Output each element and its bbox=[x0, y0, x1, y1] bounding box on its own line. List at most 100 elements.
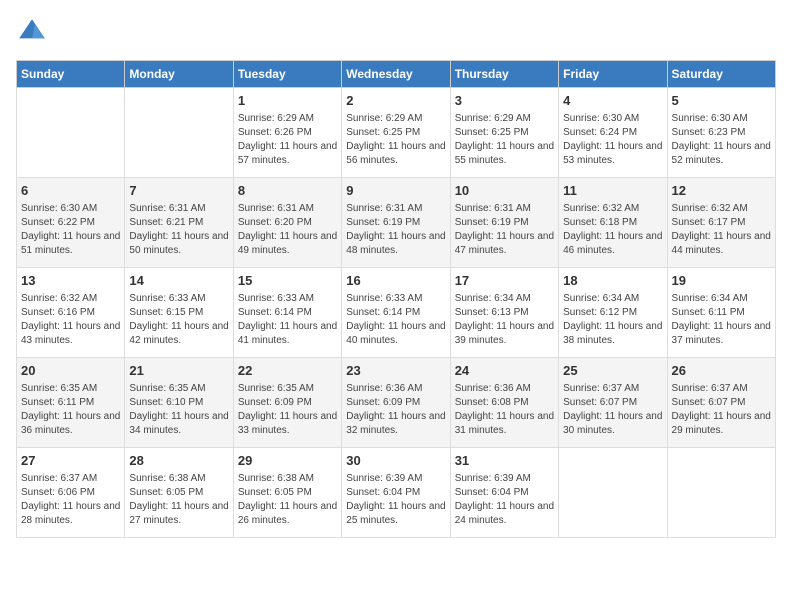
day-cell: 8 Sunrise: 6:31 AMSunset: 6:20 PMDaylight… bbox=[233, 178, 341, 268]
day-cell: 6Sunrise: 6:30 AMSunset: 6:22 PMDaylight… bbox=[17, 178, 125, 268]
day-info: Sunrise: 6:39 AMSunset: 6:04 PMDaylight:… bbox=[346, 472, 445, 528]
day-number: 9 bbox=[346, 182, 445, 200]
day-info: Sunrise: 6:33 AMSunset: 6:14 PMDaylight:… bbox=[346, 292, 445, 348]
day-cell: 24 Sunrise: 6:36 AMSunset: 6:08 PMDayligh… bbox=[450, 358, 558, 448]
logo bbox=[16, 16, 52, 48]
day-number: 6 bbox=[21, 182, 120, 200]
day-cell: 30 Sunrise: 6:39 AMSunset: 6:04 PMDayligh… bbox=[342, 448, 450, 538]
day-info: Sunrise: 6:33 AMSunset: 6:14 PMDaylight:… bbox=[238, 292, 337, 348]
week-row-5: 27 Sunrise: 6:37 AMSunset: 6:06 PMDayligh… bbox=[17, 448, 776, 538]
day-number: 7 bbox=[129, 182, 228, 200]
day-number: 1 bbox=[238, 92, 337, 110]
day-cell: 12 Sunrise: 6:32 AMSunset: 6:17 PMDayligh… bbox=[667, 178, 775, 268]
day-cell: 23 Sunrise: 6:36 AMSunset: 6:09 PMDayligh… bbox=[342, 358, 450, 448]
day-cell: 27 Sunrise: 6:37 AMSunset: 6:06 PMDayligh… bbox=[17, 448, 125, 538]
day-number: 23 bbox=[346, 362, 445, 380]
day-info: Sunrise: 6:37 AMSunset: 6:07 PMDaylight:… bbox=[672, 382, 771, 438]
day-number: 29 bbox=[238, 452, 337, 470]
day-cell: 7Sunrise: 6:31 AMSunset: 6:21 PMDaylight… bbox=[125, 178, 233, 268]
day-info: Sunrise: 6:30 AMSunset: 6:23 PMDaylight:… bbox=[672, 112, 771, 168]
day-number: 22 bbox=[238, 362, 337, 380]
day-info: Sunrise: 6:38 AMSunset: 6:05 PMDaylight:… bbox=[238, 472, 337, 528]
day-number: 14 bbox=[129, 272, 228, 290]
day-cell: 13 Sunrise: 6:32 AMSunset: 6:16 PMDayligh… bbox=[17, 268, 125, 358]
day-number: 27 bbox=[21, 452, 120, 470]
day-info: Sunrise: 6:34 AMSunset: 6:12 PMDaylight:… bbox=[563, 292, 662, 348]
day-number: 12 bbox=[672, 182, 771, 200]
day-info: Sunrise: 6:38 AMSunset: 6:05 PMDaylight:… bbox=[129, 472, 228, 528]
column-header-wednesday: Wednesday bbox=[342, 61, 450, 88]
day-cell: 16 Sunrise: 6:33 AMSunset: 6:14 PMDayligh… bbox=[342, 268, 450, 358]
day-cell bbox=[559, 448, 667, 538]
day-cell: 14 Sunrise: 6:33 AMSunset: 6:15 PMDayligh… bbox=[125, 268, 233, 358]
day-info: Sunrise: 6:36 AMSunset: 6:09 PMDaylight:… bbox=[346, 382, 445, 438]
day-cell: 11 Sunrise: 6:32 AMSunset: 6:18 PMDayligh… bbox=[559, 178, 667, 268]
day-number: 28 bbox=[129, 452, 228, 470]
day-info: Sunrise: 6:32 AMSunset: 6:17 PMDaylight:… bbox=[672, 202, 771, 258]
day-info: Sunrise: 6:35 AMSunset: 6:10 PMDaylight:… bbox=[129, 382, 228, 438]
day-number: 24 bbox=[455, 362, 554, 380]
day-cell: 10 Sunrise: 6:31 AMSunset: 6:19 PMDayligh… bbox=[450, 178, 558, 268]
day-info: Sunrise: 6:32 AMSunset: 6:18 PMDaylight:… bbox=[563, 202, 662, 258]
day-cell: 20 Sunrise: 6:35 AMSunset: 6:11 PMDayligh… bbox=[17, 358, 125, 448]
day-number: 19 bbox=[672, 272, 771, 290]
day-cell: 18Sunrise: 6:34 AMSunset: 6:12 PMDayligh… bbox=[559, 268, 667, 358]
day-number: 17 bbox=[455, 272, 554, 290]
logo-icon bbox=[16, 16, 48, 48]
day-info: Sunrise: 6:31 AMSunset: 6:20 PMDaylight:… bbox=[238, 202, 337, 258]
day-cell bbox=[125, 88, 233, 178]
day-cell: 26Sunrise: 6:37 AMSunset: 6:07 PMDayligh… bbox=[667, 358, 775, 448]
column-header-saturday: Saturday bbox=[667, 61, 775, 88]
day-number: 10 bbox=[455, 182, 554, 200]
week-row-2: 6Sunrise: 6:30 AMSunset: 6:22 PMDaylight… bbox=[17, 178, 776, 268]
day-info: Sunrise: 6:35 AMSunset: 6:09 PMDaylight:… bbox=[238, 382, 337, 438]
day-number: 13 bbox=[21, 272, 120, 290]
day-info: Sunrise: 6:29 AMSunset: 6:25 PMDaylight:… bbox=[346, 112, 445, 168]
page-header bbox=[16, 16, 776, 48]
day-number: 16 bbox=[346, 272, 445, 290]
day-number: 5 bbox=[672, 92, 771, 110]
day-cell: 28 Sunrise: 6:38 AMSunset: 6:05 PMDayligh… bbox=[125, 448, 233, 538]
day-info: Sunrise: 6:34 AMSunset: 6:13 PMDaylight:… bbox=[455, 292, 554, 348]
week-row-1: 1Sunrise: 6:29 AMSunset: 6:26 PMDaylight… bbox=[17, 88, 776, 178]
day-cell: 29 Sunrise: 6:38 AMSunset: 6:05 PMDayligh… bbox=[233, 448, 341, 538]
day-number: 11 bbox=[563, 182, 662, 200]
day-cell bbox=[17, 88, 125, 178]
day-cell: 9 Sunrise: 6:31 AMSunset: 6:19 PMDaylight… bbox=[342, 178, 450, 268]
column-header-tuesday: Tuesday bbox=[233, 61, 341, 88]
day-number: 21 bbox=[129, 362, 228, 380]
column-header-monday: Monday bbox=[125, 61, 233, 88]
day-cell: 25Sunrise: 6:37 AMSunset: 6:07 PMDayligh… bbox=[559, 358, 667, 448]
day-info: Sunrise: 6:36 AMSunset: 6:08 PMDaylight:… bbox=[455, 382, 554, 438]
week-row-4: 20 Sunrise: 6:35 AMSunset: 6:11 PMDayligh… bbox=[17, 358, 776, 448]
day-cell: 15 Sunrise: 6:33 AMSunset: 6:14 PMDayligh… bbox=[233, 268, 341, 358]
day-number: 15 bbox=[238, 272, 337, 290]
day-info: Sunrise: 6:33 AMSunset: 6:15 PMDaylight:… bbox=[129, 292, 228, 348]
day-info: Sunrise: 6:35 AMSunset: 6:11 PMDaylight:… bbox=[21, 382, 120, 438]
calendar-header-row: SundayMondayTuesdayWednesdayThursdayFrid… bbox=[17, 61, 776, 88]
day-cell: 1Sunrise: 6:29 AMSunset: 6:26 PMDaylight… bbox=[233, 88, 341, 178]
day-cell: 21 Sunrise: 6:35 AMSunset: 6:10 PMDayligh… bbox=[125, 358, 233, 448]
day-number: 8 bbox=[238, 182, 337, 200]
day-number: 25 bbox=[563, 362, 662, 380]
day-cell: 22 Sunrise: 6:35 AMSunset: 6:09 PMDayligh… bbox=[233, 358, 341, 448]
day-info: Sunrise: 6:34 AMSunset: 6:11 PMDaylight:… bbox=[672, 292, 771, 348]
day-cell: 3Sunrise: 6:29 AMSunset: 6:25 PMDaylight… bbox=[450, 88, 558, 178]
day-number: 20 bbox=[21, 362, 120, 380]
day-cell bbox=[667, 448, 775, 538]
day-cell: 31Sunrise: 6:39 AMSunset: 6:04 PMDayligh… bbox=[450, 448, 558, 538]
day-info: Sunrise: 6:29 AMSunset: 6:25 PMDaylight:… bbox=[455, 112, 554, 168]
day-cell: 19 Sunrise: 6:34 AMSunset: 6:11 PMDayligh… bbox=[667, 268, 775, 358]
day-number: 2 bbox=[346, 92, 445, 110]
column-header-friday: Friday bbox=[559, 61, 667, 88]
day-info: Sunrise: 6:37 AMSunset: 6:06 PMDaylight:… bbox=[21, 472, 120, 528]
day-cell: 4Sunrise: 6:30 AMSunset: 6:24 PMDaylight… bbox=[559, 88, 667, 178]
day-cell: 5 Sunrise: 6:30 AMSunset: 6:23 PMDaylight… bbox=[667, 88, 775, 178]
day-info: Sunrise: 6:31 AMSunset: 6:19 PMDaylight:… bbox=[455, 202, 554, 258]
column-header-sunday: Sunday bbox=[17, 61, 125, 88]
day-number: 30 bbox=[346, 452, 445, 470]
day-info: Sunrise: 6:32 AMSunset: 6:16 PMDaylight:… bbox=[21, 292, 120, 348]
day-cell: 17 Sunrise: 6:34 AMSunset: 6:13 PMDayligh… bbox=[450, 268, 558, 358]
day-info: Sunrise: 6:31 AMSunset: 6:19 PMDaylight:… bbox=[346, 202, 445, 258]
day-info: Sunrise: 6:39 AMSunset: 6:04 PMDaylight:… bbox=[455, 472, 554, 528]
